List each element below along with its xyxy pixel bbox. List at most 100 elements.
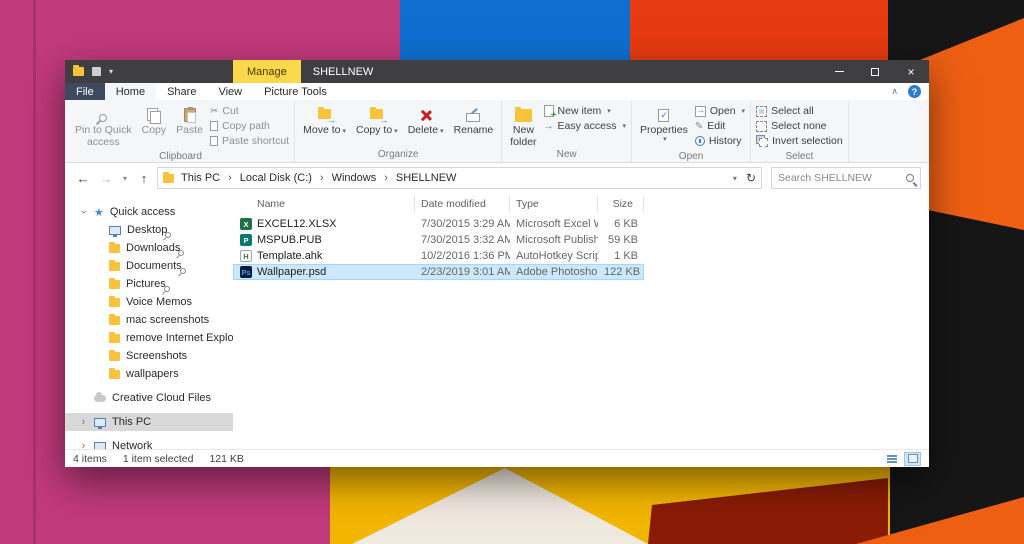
- file-type: Adobe Photoshop...: [510, 266, 598, 278]
- refresh-icon[interactable]: ↻: [746, 171, 756, 185]
- copy-path-button[interactable]: Copy path: [210, 120, 289, 132]
- sidebar-item-pictures[interactable]: Pictures: [65, 275, 233, 293]
- sidebar-item-quick-access[interactable]: › ★ Quick access: [65, 203, 233, 221]
- address-dropdown-chevron-icon[interactable]: ▾: [733, 174, 737, 183]
- breadcrumb-this-pc[interactable]: This PC: [174, 172, 227, 184]
- new-group-label: New: [505, 149, 628, 162]
- file-row-mspub[interactable]: PMSPUB.PUB 7/30/2015 3:32 AM Microsoft P…: [233, 232, 644, 248]
- up-button[interactable]: ↑: [134, 171, 154, 186]
- column-headers: Name Date modified Type Size: [233, 195, 929, 212]
- ribbon-group-organize: → Move to▾ → Copy to▾ Delete▾ Rename Org…: [295, 101, 502, 162]
- pin-to-quick-access-button[interactable]: Pin to Quick access: [70, 101, 137, 148]
- rename-button[interactable]: Rename: [449, 101, 499, 136]
- easy-access-button[interactable]: → Easy access ▾: [544, 120, 626, 132]
- creative-cloud-icon: [94, 395, 106, 402]
- paste-shortcut-button[interactable]: Paste shortcut: [210, 135, 289, 147]
- file-size: 59 KB: [598, 234, 644, 246]
- sidebar-label: Quick access: [110, 206, 175, 218]
- sidebar-item-desktop[interactable]: Desktop: [65, 221, 233, 239]
- sidebar-item-mac-screenshots[interactable]: mac screenshots: [65, 311, 233, 329]
- edit-button[interactable]: ✎ Edit: [695, 120, 745, 132]
- close-button[interactable]: ×: [893, 60, 929, 83]
- network-icon: [94, 442, 106, 450]
- forward-button[interactable]: →: [96, 171, 116, 186]
- copy-button[interactable]: Copy: [137, 101, 172, 136]
- maximize-button[interactable]: [857, 60, 893, 83]
- file-date: 10/2/2016 1:36 PM: [415, 250, 510, 262]
- sidebar-item-screenshots[interactable]: Screenshots: [65, 347, 233, 365]
- breadcrumb-local-disk[interactable]: Local Disk (C:): [233, 172, 319, 184]
- sidebar-item-wallpapers[interactable]: wallpapers: [65, 365, 233, 383]
- sidebar-item-network[interactable]: › Network: [65, 437, 233, 449]
- select-none-button[interactable]: Select none: [756, 120, 843, 132]
- search-icon: [906, 174, 914, 182]
- excel-file-icon: X: [240, 218, 252, 230]
- delete-button[interactable]: Delete▾: [403, 101, 449, 136]
- file-row-excel12[interactable]: XEXCEL12.XLSX 7/30/2015 3:29 AM Microsof…: [233, 216, 644, 232]
- new-folder-button[interactable]: New folder: [505, 101, 541, 148]
- new-item-button[interactable]: New item ▾: [544, 105, 626, 117]
- tab-manage[interactable]: Manage: [233, 60, 301, 83]
- tab-view[interactable]: View: [207, 83, 253, 100]
- tab-home[interactable]: Home: [105, 83, 156, 100]
- details-view-button[interactable]: [883, 452, 900, 466]
- sidebar-label: Creative Cloud Files: [112, 392, 211, 404]
- tab-file[interactable]: File: [65, 83, 105, 100]
- large-icons-view-button[interactable]: [904, 452, 921, 466]
- large-icons-view-icon: [908, 454, 918, 463]
- file-row-wallpaper-psd[interactable]: PsWallpaper.psd 2/23/2019 3:01 AM Adobe …: [233, 264, 644, 280]
- delete-label: Delete: [408, 124, 438, 136]
- tab-picture-tools[interactable]: Picture Tools: [253, 83, 338, 100]
- search-input[interactable]: [778, 172, 906, 184]
- pin-label-line2: access: [87, 136, 120, 148]
- history-button[interactable]: History: [695, 135, 745, 147]
- column-header-date-modified[interactable]: Date modified: [415, 195, 510, 212]
- sidebar-item-creative-cloud-files[interactable]: Creative Cloud Files: [65, 389, 233, 407]
- easy-access-label: Easy access: [558, 120, 617, 132]
- column-header-size[interactable]: Size: [598, 195, 644, 212]
- sidebar-item-downloads[interactable]: Downloads: [65, 239, 233, 257]
- open-button[interactable]: Open ▾: [695, 105, 745, 117]
- chevron-down-icon: ▾: [742, 107, 746, 115]
- sidebar-label: Pictures: [126, 278, 166, 290]
- file-row-template-ahk[interactable]: HTemplate.ahk 10/2/2016 1:36 PM AutoHotk…: [233, 248, 644, 264]
- qat-customize-chevron-icon[interactable]: ▾: [109, 67, 113, 76]
- back-button[interactable]: ←: [73, 171, 93, 186]
- sidebar-item-this-pc[interactable]: › This PC: [65, 413, 233, 431]
- invert-selection-button[interactable]: Invert selection: [756, 135, 843, 147]
- breadcrumb-shellnew[interactable]: SHELLNEW: [389, 172, 464, 184]
- pin-icon: [98, 112, 109, 123]
- chevron-expanded-icon[interactable]: ›: [78, 208, 90, 217]
- search-box[interactable]: [771, 167, 921, 189]
- help-icon[interactable]: ?: [908, 85, 921, 98]
- chevron-collapsed-icon[interactable]: ›: [79, 440, 88, 449]
- minimize-button[interactable]: [821, 60, 857, 83]
- recent-locations-chevron-icon[interactable]: ▾: [119, 174, 131, 183]
- file-name: MSPUB.PUB: [257, 234, 322, 246]
- sidebar-item-remove-internet-explorer[interactable]: remove Internet Explorer fror: [65, 329, 233, 347]
- properties-button[interactable]: Properties ▾: [635, 101, 693, 144]
- copy-to-button[interactable]: → Copy to▾: [351, 101, 403, 136]
- chevron-collapsed-icon[interactable]: ›: [79, 416, 88, 428]
- window-title: SHELLNEW: [313, 66, 374, 78]
- collapse-ribbon-icon[interactable]: ∧: [891, 86, 898, 97]
- tab-share[interactable]: Share: [156, 83, 207, 100]
- breadcrumb-windows[interactable]: Windows: [325, 172, 384, 184]
- sidebar-item-voice-memos[interactable]: Voice Memos: [65, 293, 233, 311]
- status-item-count: 4 items: [73, 453, 107, 465]
- paste-button[interactable]: Paste: [171, 101, 208, 136]
- navigation-pane: › ★ Quick access Desktop Downloads Docum…: [65, 193, 233, 449]
- sidebar-item-documents[interactable]: Documents: [65, 257, 233, 275]
- column-header-name[interactable]: Name: [233, 195, 415, 212]
- address-bar[interactable]: This PC › Local Disk (C:) › Windows › SH…: [157, 167, 762, 189]
- file-date: 7/30/2015 3:29 AM: [415, 218, 510, 230]
- folder-icon: [109, 298, 120, 307]
- move-to-button[interactable]: → Move to▾: [298, 101, 351, 136]
- window-folder-icon: [73, 67, 84, 76]
- column-header-type[interactable]: Type: [510, 195, 598, 212]
- cut-button[interactable]: ✂ Cut: [210, 105, 289, 117]
- file-size: 122 KB: [598, 266, 644, 278]
- select-all-button[interactable]: Select all: [756, 105, 843, 117]
- organize-group-label: Organize: [298, 149, 498, 162]
- qat-button-icon[interactable]: [92, 67, 101, 76]
